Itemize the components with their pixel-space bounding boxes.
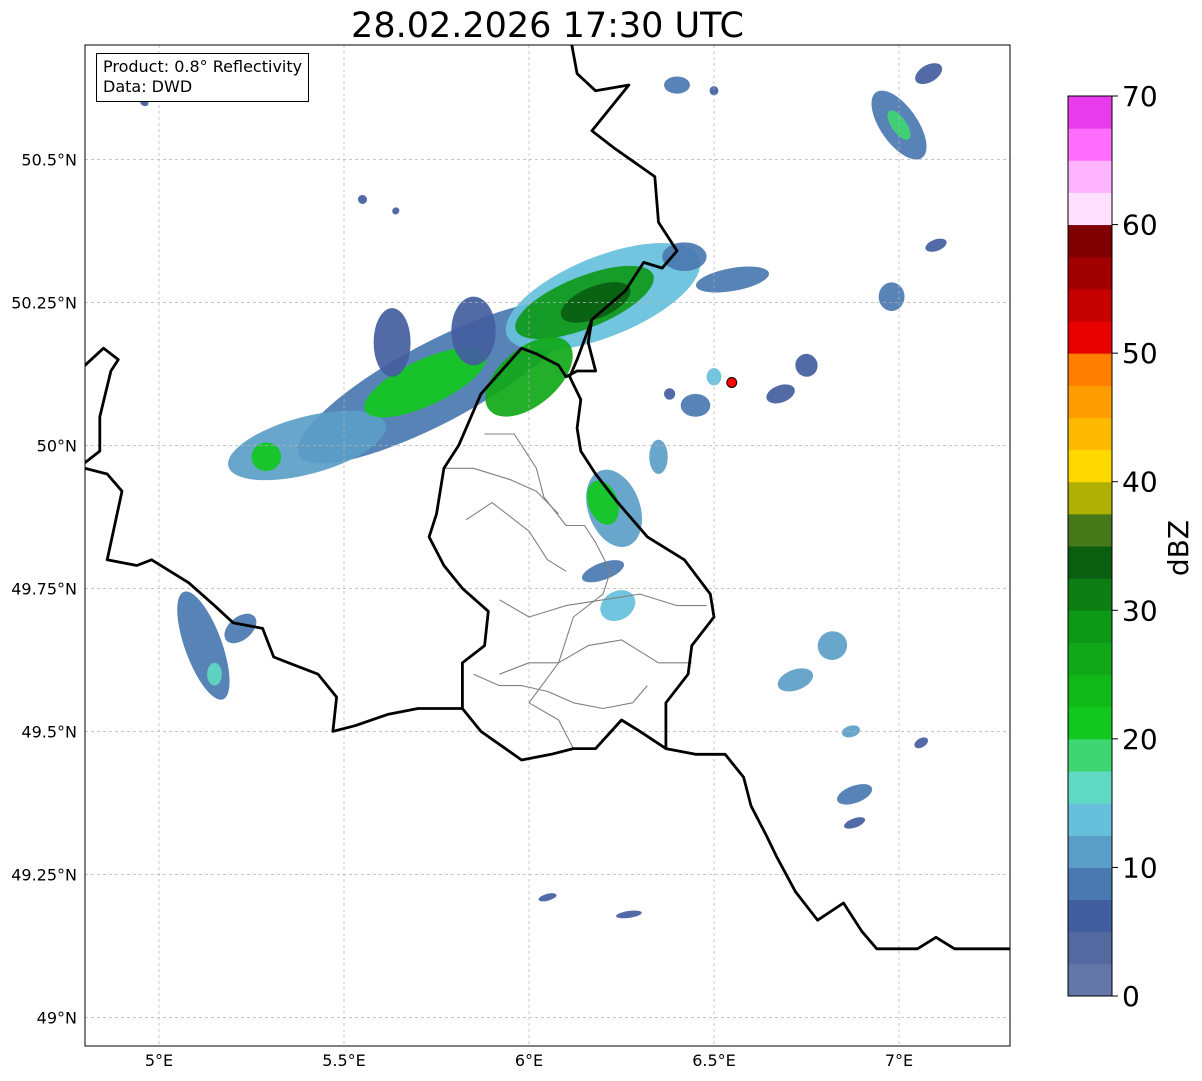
latitude-tick-label: 49°N — [37, 1008, 77, 1027]
colorbar-swatch — [1068, 96, 1112, 129]
colorbar-swatch — [1068, 385, 1112, 418]
colorbar-swatch — [1068, 706, 1112, 740]
reflectivity-echo — [662, 242, 707, 271]
colorbar-swatch — [1068, 738, 1112, 772]
colorbar-swatch — [1068, 546, 1112, 579]
radar-map-figure: 5°E 5.5°E 6°E 6.5°E 7°E 49°N 49.25°N 49.5°N 49.… — [11, 44, 1195, 1070]
colorbar-swatch — [1068, 578, 1112, 611]
latitude-tick-label: 50.5°N — [21, 150, 77, 169]
radar-site-marker — [726, 376, 738, 388]
longitude-tick-label: 6°E — [515, 1051, 543, 1070]
reflectivity-echo — [251, 442, 282, 472]
dbz-colorbar: 0 10 20 30 40 50 60 70 dBZ — [1067, 80, 1195, 1013]
colorbar-tick-label: 0 — [1122, 980, 1140, 1013]
colorbar-swatch — [1068, 321, 1112, 354]
latitude-tick-label: 49.5°N — [21, 722, 77, 741]
colorbar-swatch — [1068, 867, 1112, 901]
colorbar-swatch — [1068, 353, 1112, 386]
latitude-tick-labels: 49°N 49.25°N 49.5°N 49.75°N 50°N 50.25°N 50.5°… — [11, 150, 77, 1027]
reflectivity-echo — [451, 296, 496, 366]
colorbar-tick-label: 50 — [1122, 337, 1158, 370]
reflectivity-echo — [664, 76, 690, 94]
colorbar-tick-label: 10 — [1122, 851, 1158, 884]
colorbar-swatches — [1068, 96, 1112, 997]
latitude-tick-label: 49.75°N — [11, 579, 77, 598]
colorbar-unit-label: dBZ — [1162, 520, 1195, 576]
reflectivity-echo — [373, 308, 411, 377]
colorbar-swatch — [1068, 642, 1112, 676]
colorbar-swatch — [1068, 899, 1112, 933]
colorbar-swatch — [1068, 256, 1112, 290]
colorbar-swatch — [1068, 610, 1112, 643]
longitude-tick-label: 7°E — [885, 1051, 913, 1070]
latitude-tick-label: 50°N — [37, 436, 77, 455]
reflectivity-echo — [207, 662, 222, 686]
colorbar-swatch — [1068, 192, 1112, 226]
reflectivity-echo — [680, 393, 711, 417]
reflectivity-echo — [878, 282, 905, 311]
colorbar-tick-label: 30 — [1122, 594, 1158, 627]
colorbar-tick-label: 70 — [1122, 80, 1158, 113]
colorbar-tick-label: 60 — [1122, 209, 1158, 242]
colorbar-swatch — [1068, 963, 1112, 997]
data-source-text: Data: DWD — [103, 77, 193, 96]
colorbar-tick-label: 40 — [1122, 466, 1158, 499]
map-plot-area — [84, 44, 1011, 1047]
latitude-tick-label: 49.25°N — [11, 865, 77, 884]
colorbar-swatch — [1068, 481, 1112, 515]
colorbar-tick-label: 20 — [1122, 723, 1158, 756]
colorbar-swatch — [1068, 128, 1112, 161]
colorbar-swatch — [1068, 674, 1112, 708]
product-text: Product: 0.8° Reflectivity — [103, 57, 303, 76]
colorbar-swatch — [1068, 288, 1112, 322]
colorbar-swatch — [1068, 449, 1112, 483]
colorbar-swatch — [1068, 513, 1112, 547]
colorbar-swatch — [1068, 224, 1112, 258]
colorbar-swatch — [1068, 160, 1112, 193]
longitude-tick-label: 5°E — [145, 1051, 173, 1070]
colorbar-tick-labels: 0 10 20 30 40 50 60 70 — [1112, 80, 1158, 1013]
colorbar-swatch — [1068, 835, 1112, 868]
colorbar-swatch — [1068, 931, 1112, 965]
longitude-tick-labels: 5°E 5.5°E 6°E 6.5°E 7°E — [145, 1051, 913, 1070]
product-info-box: Product: 0.8° Reflectivity Data: DWD — [96, 53, 310, 102]
longitude-tick-label: 6.5°E — [692, 1051, 736, 1070]
reflectivity-echo — [649, 439, 668, 474]
radar-site-layer — [726, 376, 738, 388]
reflectivity-echo — [664, 388, 676, 400]
colorbar-swatch — [1068, 417, 1112, 451]
colorbar-swatch — [1068, 771, 1112, 804]
colorbar-swatch — [1068, 803, 1112, 836]
latitude-tick-label: 50.25°N — [11, 293, 77, 312]
longitude-tick-label: 5.5°E — [322, 1051, 366, 1070]
